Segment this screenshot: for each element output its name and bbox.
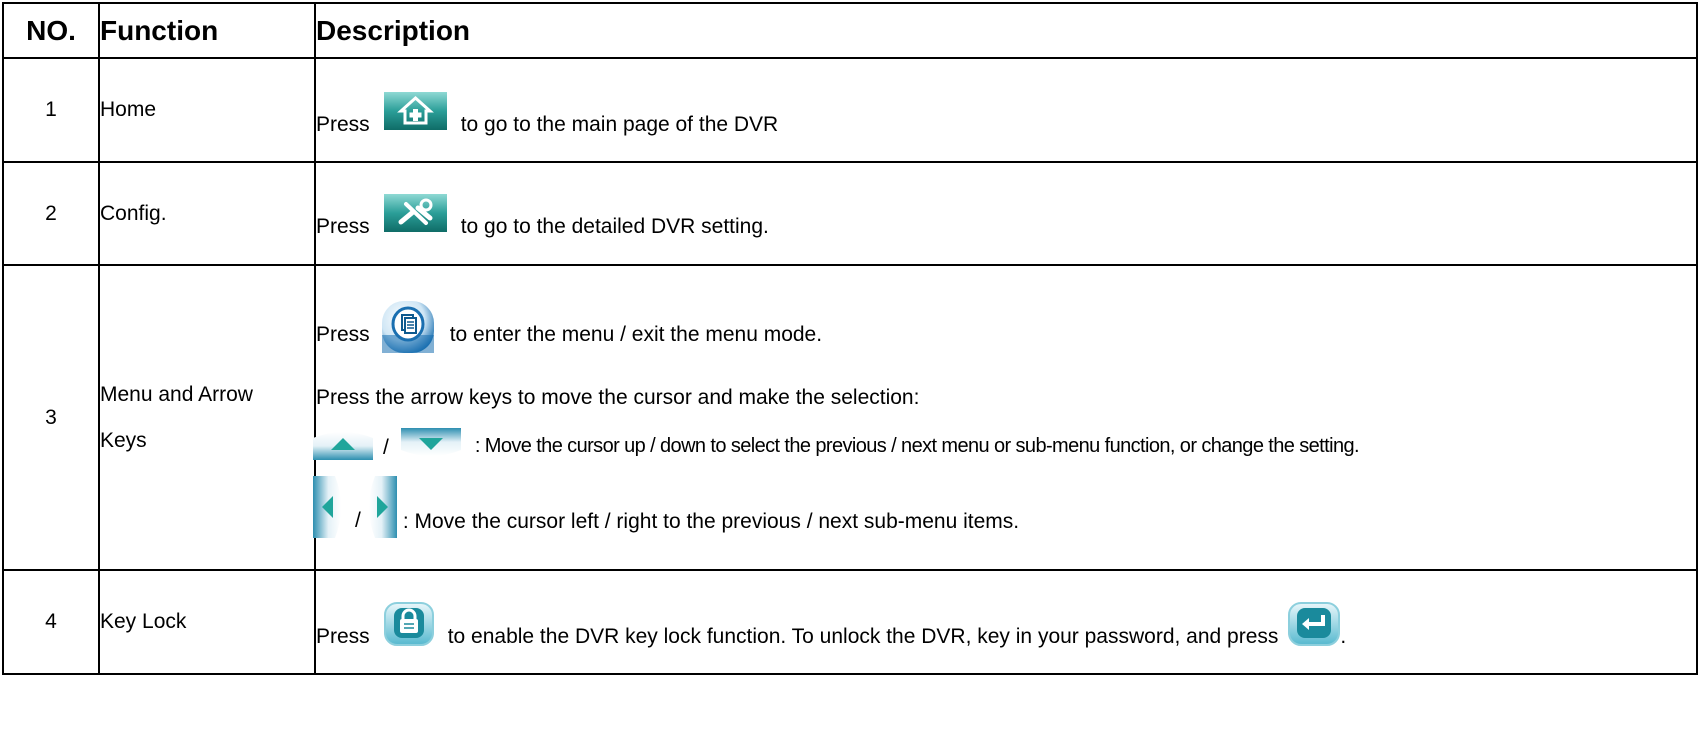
header-function: Function <box>98 2 316 59</box>
function-table: NO. Function Description 1 Home Press to… <box>2 2 1698 675</box>
right-arrow-icon <box>363 475 397 538</box>
home-icon <box>383 92 447 130</box>
key-lock-icon <box>383 602 434 646</box>
enter-icon <box>1288 602 1341 646</box>
row-function: Home <box>98 57 316 163</box>
row-description: Press to go to the main page of the DVR <box>314 57 1698 163</box>
row-number: 3 <box>2 264 100 571</box>
table-row: 2 Config. Press to go to the detailed DV… <box>2 161 1698 266</box>
press-label: Press <box>316 625 370 648</box>
slash-text: / <box>383 435 389 459</box>
row-description: Press to enter the menu / exit the menu … <box>313 264 1698 571</box>
row-number: 2 <box>2 161 100 266</box>
row-number: 1 <box>2 57 100 163</box>
config-icon <box>383 193 447 232</box>
row-function-line: Keys <box>100 428 147 452</box>
press-label: Press <box>316 113 370 136</box>
row-function: Menu and Arrow Keys <box>98 264 316 571</box>
press-label: Press <box>316 322 370 346</box>
period-text: . <box>1340 625 1347 648</box>
left-arrow-icon <box>313 475 347 538</box>
up-arrow-icon <box>313 428 373 460</box>
row-function: Key Lock <box>98 569 316 675</box>
row-description-text: to go to the detailed DVR setting. <box>460 214 769 238</box>
row-description-text: to enable the DVR key lock function. To … <box>447 625 1279 648</box>
header-description: Description <box>314 2 1698 59</box>
slash-text: / <box>355 508 361 532</box>
row-function: Config. <box>98 161 316 266</box>
row-description: Press to go to the detailed DVR setting. <box>314 161 1698 266</box>
row-description-text: to enter the menu / exit the menu mode. <box>449 322 823 346</box>
table-row: 3 Menu and Arrow Keys Press to enter the… <box>2 264 1698 571</box>
table-row: 1 Home Press to go to the main page of t… <box>2 57 1698 163</box>
row-description: Press to enable the DVR key lock functio… <box>314 569 1698 675</box>
row-number: 4 <box>2 569 100 675</box>
leftright-description-text: : Move the cursor left / right to the pr… <box>402 509 1020 533</box>
row-description-text: to go to the main page of the DVR <box>460 113 779 136</box>
header-no: NO. <box>2 2 100 59</box>
press-label: Press <box>316 214 370 238</box>
table-header-row: NO. Function Description <box>2 2 1698 59</box>
row-function-line: Menu and Arrow <box>100 382 253 406</box>
table-row: 4 Key Lock Press to enable the DVR key l… <box>2 569 1698 675</box>
menu-icon <box>381 299 434 355</box>
down-arrow-icon <box>400 427 461 460</box>
updown-description-text: : Move the cursor up / down to select th… <box>474 435 1360 457</box>
arrow-intro-text: Press the arrow keys to move the cursor … <box>316 385 920 409</box>
